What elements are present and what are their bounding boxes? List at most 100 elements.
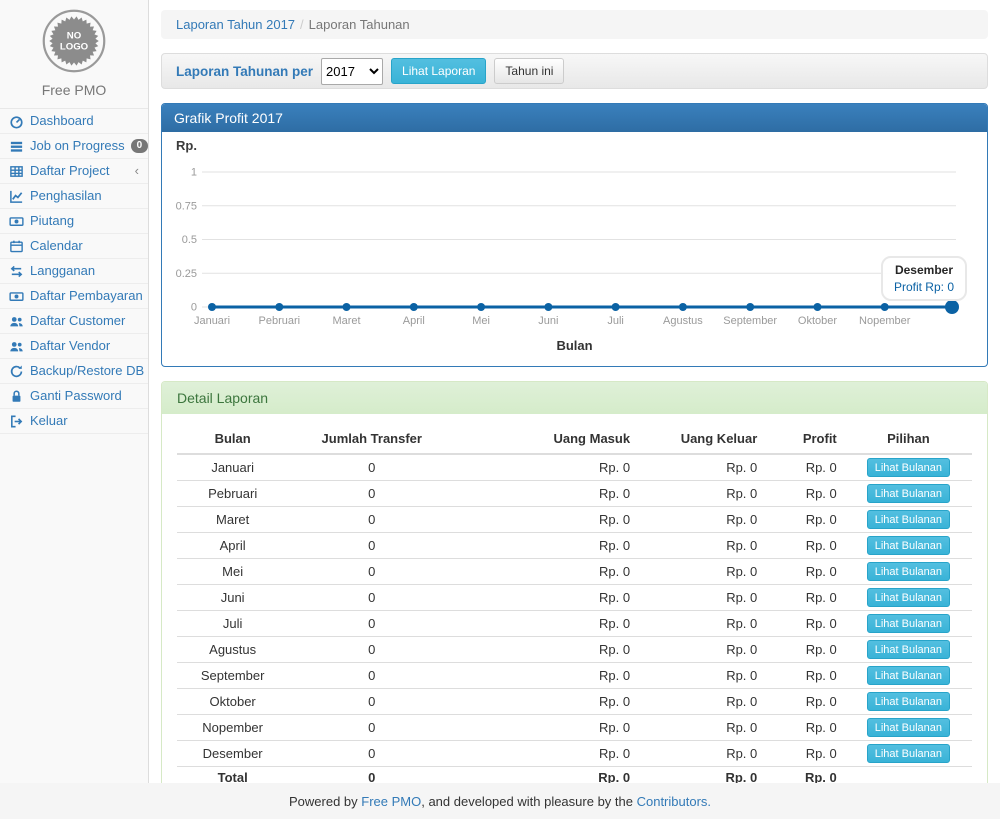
col-header-bulan: Bulan <box>177 424 288 454</box>
chart-tooltip: Desember Profit Rp: 0 <box>881 256 967 301</box>
x-tick-label: Oktober <box>798 315 837 327</box>
col-header-keluar: Uang Keluar <box>638 424 765 454</box>
sidebar-item-calendar[interactable]: Calendar <box>0 234 148 259</box>
chart-point-juni[interactable] <box>544 303 552 311</box>
table-row-maret: Maret0Rp. 0Rp. 0Rp. 0Lihat Bulanan <box>177 507 972 533</box>
sidebar-item-daftar-customer[interactable]: Daftar Customer <box>0 309 148 334</box>
chart-point-april[interactable] <box>410 303 418 311</box>
tahun-ini-button[interactable]: Tahun ini <box>494 58 564 84</box>
cell-bulan: Agustus <box>177 637 288 663</box>
cell-keluar: Rp. 0 <box>638 715 765 741</box>
cell-profit: Rp. 0 <box>765 741 845 767</box>
sidebar-item-piutang[interactable]: Piutang <box>0 209 148 234</box>
sidebar-item-ganti-password[interactable]: Ganti Password <box>0 384 148 409</box>
cell-profit: Rp. 0 <box>765 507 845 533</box>
x-tick-label: Maret <box>332 315 360 327</box>
sidebar-item-label: Langganan <box>30 263 95 279</box>
chart-point-pebruari[interactable] <box>275 303 283 311</box>
y-tick-label: 0.5 <box>182 234 197 246</box>
sidebar-item-job-on-progress[interactable]: Job on Progress0 <box>0 134 148 159</box>
breadcrumb-link-laporan-tahun[interactable]: Laporan Tahun 2017 <box>176 17 295 32</box>
cell-transfer: 0 <box>288 507 455 533</box>
sidebar-item-langganan[interactable]: Langganan <box>0 259 148 284</box>
breadcrumb-separator: / <box>295 17 309 32</box>
cell-masuk: Rp. 0 <box>455 454 638 481</box>
cell-pilihan: Lihat Bulanan <box>845 533 972 559</box>
chart-point-januari[interactable] <box>208 303 216 311</box>
lihat-laporan-button[interactable]: Lihat Laporan <box>391 58 486 84</box>
sidebar: NOLOGO Free PMO DashboardJob on Progress… <box>0 0 149 783</box>
lihat-bulanan-button-agustus[interactable]: Lihat Bulanan <box>867 640 950 659</box>
x-tick-label: April <box>403 315 425 327</box>
sidebar-item-daftar-vendor[interactable]: Daftar Vendor <box>0 334 148 359</box>
sidebar-item-keluar[interactable]: Keluar <box>0 409 148 434</box>
sidebar-item-label: Piutang <box>30 213 74 229</box>
cell-masuk: Rp. 0 <box>455 585 638 611</box>
cell-pilihan: Lihat Bulanan <box>845 454 972 481</box>
footer-link-free-pmo[interactable]: Free PMO <box>361 794 421 809</box>
sidebar-item-label: Backup/Restore DB <box>30 363 144 379</box>
chart-point-desember[interactable] <box>945 300 959 314</box>
table-header-row: Bulan Jumlah Transfer Uang Masuk Uang Ke… <box>177 424 972 454</box>
sidebar-item-daftar-pembayaran[interactable]: Daftar Pembayaran <box>0 284 148 309</box>
cell-profit: Rp. 0 <box>765 559 845 585</box>
cell-masuk: Rp. 0 <box>455 611 638 637</box>
cell-bulan: Pebruari <box>177 481 288 507</box>
chart-y-axis-title: Rp. <box>176 138 973 157</box>
lihat-bulanan-button-mei[interactable]: Lihat Bulanan <box>867 562 950 581</box>
sidebar-item-daftar-project[interactable]: Daftar Project‹ <box>0 159 148 184</box>
cell-pilihan: Lihat Bulanan <box>845 585 972 611</box>
cell-keluar: Rp. 0 <box>638 741 765 767</box>
cell-bulan: Nopember <box>177 715 288 741</box>
x-tick-label: Agustus <box>663 315 703 327</box>
lock-icon <box>9 389 24 404</box>
lihat-bulanan-button-pebruari[interactable]: Lihat Bulanan <box>867 484 950 503</box>
sidebar-item-label: Daftar Customer <box>30 313 125 329</box>
chart-point-september[interactable] <box>746 303 754 311</box>
lihat-bulanan-button-september[interactable]: Lihat Bulanan <box>867 666 950 685</box>
cell-keluar: Rp. 0 <box>638 637 765 663</box>
cell-keluar: Rp. 0 <box>638 507 765 533</box>
footer-link-contributors[interactable]: Contributors. <box>637 794 711 809</box>
lihat-bulanan-button-nopember[interactable]: Lihat Bulanan <box>867 718 950 737</box>
cell-keluar: Rp. 0 <box>638 585 765 611</box>
lihat-bulanan-button-april[interactable]: Lihat Bulanan <box>867 536 950 555</box>
chart-point-juli[interactable] <box>612 303 620 311</box>
chart-point-mei[interactable] <box>477 303 485 311</box>
breadcrumb-current: Laporan Tahunan <box>309 17 410 32</box>
cell-profit: Rp. 0 <box>765 533 845 559</box>
sidebar-item-dashboard[interactable]: Dashboard <box>0 109 148 134</box>
table-row-juli: Juli0Rp. 0Rp. 0Rp. 0Lihat Bulanan <box>177 611 972 637</box>
year-select[interactable]: 2017 <box>321 58 383 85</box>
cell-bulan: Desember <box>177 741 288 767</box>
lihat-bulanan-button-oktober[interactable]: Lihat Bulanan <box>867 692 950 711</box>
cell-masuk: Rp. 0 <box>455 689 638 715</box>
y-tick-label: 0.25 <box>176 268 197 280</box>
lihat-bulanan-button-maret[interactable]: Lihat Bulanan <box>867 510 950 529</box>
chart-point-agustus[interactable] <box>679 303 687 311</box>
detail-table-wrap: Bulan Jumlah Transfer Uang Masuk Uang Ke… <box>162 414 987 804</box>
sidebar-nav: DashboardJob on Progress0Daftar Project‹… <box>0 109 148 434</box>
lihat-bulanan-button-januari[interactable]: Lihat Bulanan <box>867 458 950 477</box>
cell-pilihan: Lihat Bulanan <box>845 715 972 741</box>
cell-masuk: Rp. 0 <box>455 741 638 767</box>
chart-point-oktober[interactable] <box>814 303 822 311</box>
chart-body: Rp. 10.750.50.250JanuariPebruariMaretApr… <box>162 132 987 366</box>
users-icon <box>9 339 24 354</box>
sidebar-item-backup-restore-db[interactable]: Backup/Restore DB <box>0 359 148 384</box>
dashboard-icon <box>9 114 24 129</box>
x-tick-label: September <box>723 315 777 327</box>
svg-text:NO: NO <box>67 31 82 42</box>
users-icon <box>9 314 24 329</box>
lihat-bulanan-button-juli[interactable]: Lihat Bulanan <box>867 614 950 633</box>
col-header-transfer: Jumlah Transfer <box>288 424 455 454</box>
chart-point-nopember[interactable] <box>881 303 889 311</box>
detail-table: Bulan Jumlah Transfer Uang Masuk Uang Ke… <box>177 424 972 788</box>
lihat-bulanan-button-desember[interactable]: Lihat Bulanan <box>867 744 950 763</box>
table-row-agustus: Agustus0Rp. 0Rp. 0Rp. 0Lihat Bulanan <box>177 637 972 663</box>
lihat-bulanan-button-juni[interactable]: Lihat Bulanan <box>867 588 950 607</box>
cell-transfer: 0 <box>288 454 455 481</box>
sidebar-item-penghasilan[interactable]: Penghasilan <box>0 184 148 209</box>
chart-point-maret[interactable] <box>343 303 351 311</box>
chevron-left-icon: ‹ <box>135 163 139 179</box>
